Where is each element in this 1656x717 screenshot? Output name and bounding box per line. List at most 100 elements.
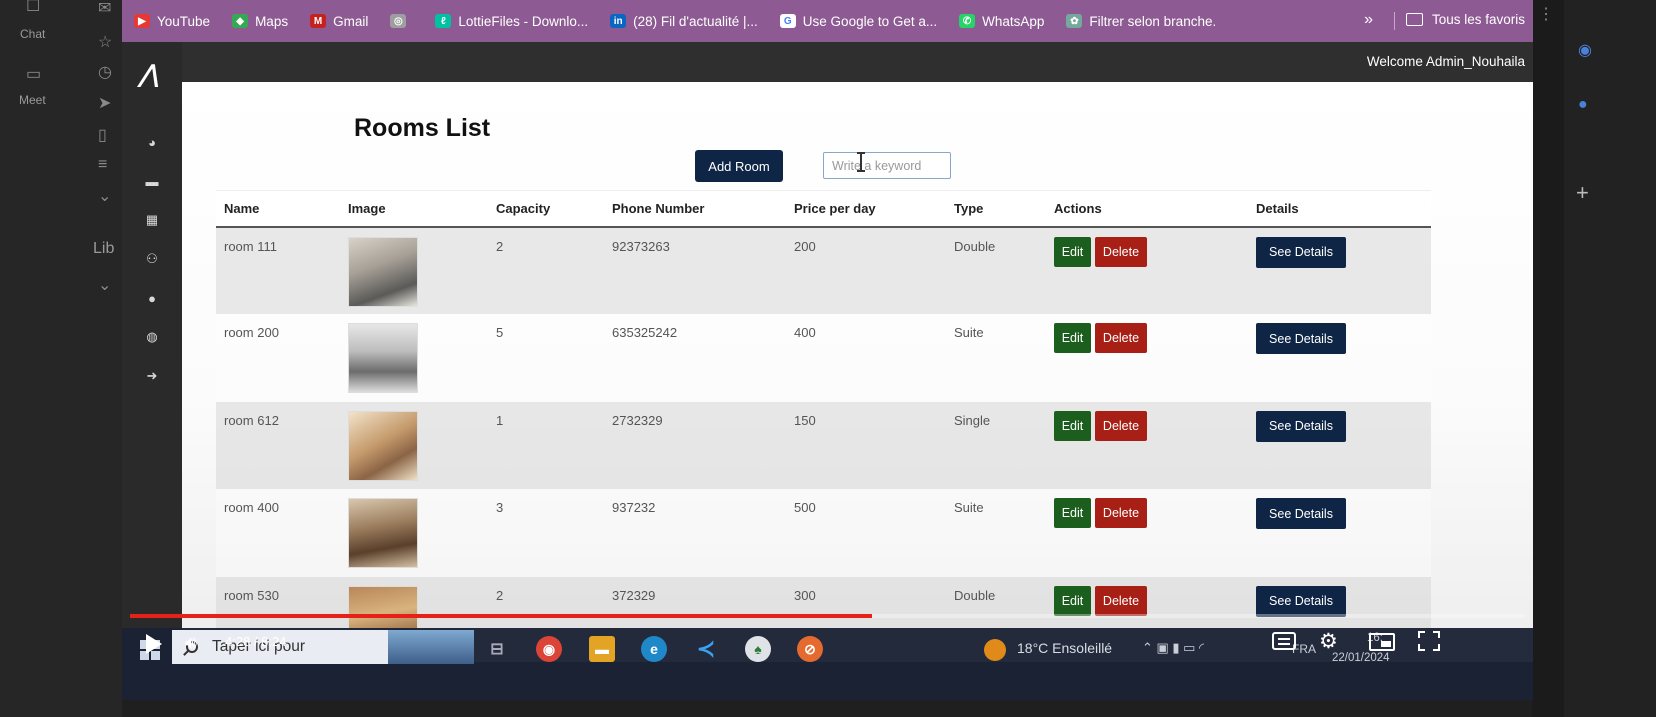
- bookmark-label: WhatsApp: [982, 13, 1045, 29]
- favorites-folder-label: Tous les favoris: [1431, 12, 1525, 27]
- more-vert-icon[interactable]: ⋮: [1538, 4, 1554, 24]
- bookmark-label: Use Google to Get a...: [802, 13, 938, 29]
- task-view-icon[interactable]: ⊟: [484, 636, 510, 662]
- postman-icon[interactable]: ⊘: [797, 636, 823, 662]
- calendar-icon[interactable]: ▦: [140, 210, 164, 230]
- file-icon[interactable]: ▯: [98, 125, 107, 145]
- bookmark-5[interactable]: in (28) Fil d'actualité |...: [610, 14, 758, 29]
- contacts-icon[interactable]: ●: [1578, 96, 1588, 114]
- vscode-icon[interactable]: ≺: [693, 636, 719, 662]
- see-details-button[interactable]: See Details: [1256, 410, 1346, 442]
- details-cell: See Details: [1248, 402, 1431, 490]
- column-header: Capacity: [488, 190, 604, 227]
- bookmark-label: Filtrer selon branche.: [1089, 13, 1217, 29]
- dashboard-icon[interactable]: ◕: [140, 132, 164, 152]
- video-frame: ▶ YouTube ◆ Maps M Gmail ◎ ℓ LottieFiles - Downl…: [122, 0, 1533, 700]
- see-details-button[interactable]: See Details: [1256, 585, 1346, 617]
- delete-button[interactable]: Delete: [1095, 498, 1147, 528]
- room-image-cell: [340, 314, 488, 402]
- star-icon[interactable]: ☆: [98, 32, 112, 52]
- column-header: Actions: [1046, 190, 1248, 227]
- chevron-down-icon[interactable]: ⌄: [98, 275, 111, 295]
- bookmark-2[interactable]: M Gmail: [310, 14, 368, 29]
- actions-cell: Edit Delete: [1046, 402, 1248, 490]
- room-image-cell: [340, 489, 488, 577]
- chat-icon[interactable]: ☐: [26, 0, 40, 16]
- volume-icon[interactable]: 🔊︎: [185, 633, 197, 655]
- column-header: Image: [340, 190, 488, 227]
- bookmark-6[interactable]: G Use Google to Get a...: [779, 13, 938, 29]
- edit-button[interactable]: Edit: [1054, 410, 1091, 441]
- delete-button[interactable]: Delete: [1095, 236, 1147, 267]
- bookmarks-more-icon[interactable]: »: [1364, 11, 1373, 29]
- column-header: Phone Number: [604, 190, 786, 227]
- see-details-button[interactable]: See Details: [1256, 323, 1346, 354]
- delete-button[interactable]: Delete: [1095, 323, 1147, 353]
- play-icon[interactable]: [146, 634, 162, 654]
- add-icon[interactable]: +: [1576, 180, 1589, 206]
- edit-button[interactable]: Edit: [1054, 236, 1091, 267]
- clock-date[interactable]: 22/01/2024: [1332, 652, 1390, 664]
- bookmark-3[interactable]: ◎: [390, 14, 413, 28]
- fullscreen-icon[interactable]: [1418, 631, 1440, 651]
- list-icon[interactable]: ≡: [98, 156, 107, 174]
- subtitles-icon[interactable]: [1272, 632, 1296, 650]
- users-icon[interactable]: ⚇: [140, 249, 164, 269]
- chrome-icon[interactable]: ◉: [536, 636, 562, 662]
- user-icon[interactable]: ●: [140, 288, 164, 308]
- room-phone: 2732329: [612, 412, 663, 428]
- label-partial: Lib: [93, 240, 115, 257]
- tasks-icon[interactable]: ◉: [1578, 40, 1592, 60]
- bookmark-label: Maps: [255, 13, 289, 29]
- details-cell: See Details: [1248, 314, 1431, 402]
- send-icon[interactable]: ➤: [98, 93, 111, 113]
- bookmark-7[interactable]: ✆ WhatsApp: [959, 14, 1044, 29]
- edit-button[interactable]: Edit: [1054, 498, 1091, 528]
- file-explorer-icon[interactable]: ▬: [589, 636, 615, 662]
- inbox-icon[interactable]: ✉: [98, 0, 111, 18]
- edge-icon[interactable]: e: [641, 636, 667, 662]
- mongodb-compass-icon[interactable]: ♠: [745, 636, 771, 662]
- see-details-button[interactable]: See Details: [1256, 236, 1346, 268]
- favorites-folder[interactable]: Tous les favoris: [1405, 12, 1525, 27]
- video-time: 4:28 / 8:24: [225, 634, 287, 649]
- room-capacity: 2: [496, 238, 504, 254]
- search-input[interactable]: Write a keyword: [823, 152, 951, 179]
- column-header: Type: [946, 190, 1046, 227]
- bookmark-0[interactable]: ▶ YouTube: [134, 14, 210, 29]
- room-phone: 635325242: [612, 325, 678, 340]
- video-progress-bar[interactable]: [130, 614, 873, 618]
- see-details-button[interactable]: See Details: [1256, 498, 1346, 529]
- bookmark-4[interactable]: ℓ LottieFiles - Downlo...: [435, 14, 588, 29]
- app-logo[interactable]: ⋀: [139, 60, 159, 89]
- clock-icon[interactable]: ◷: [98, 62, 112, 82]
- bookmark-1[interactable]: ◆ Maps: [232, 14, 288, 29]
- logout-icon[interactable]: ➜: [140, 366, 164, 386]
- settings-gear-icon[interactable]: ⚙: [1319, 629, 1338, 654]
- taskbar-search[interactable]: Taper ici pour: [172, 630, 474, 664]
- add-room-button[interactable]: Add Room: [695, 150, 783, 182]
- room-phone: 937232: [612, 500, 656, 515]
- bed-icon[interactable]: ▬: [140, 171, 164, 191]
- page-title: Rooms List: [354, 114, 491, 142]
- video-icon[interactable]: ▭: [26, 64, 41, 84]
- weather-text[interactable]: 18°C Ensoleillé: [1017, 640, 1112, 656]
- edit-button[interactable]: Edit: [1054, 323, 1091, 353]
- room-phone: 92373263: [612, 238, 670, 254]
- table-row: room 111 2 92373263 200 Double Edit Delete See …: [216, 226, 1431, 315]
- room-capacity: 3: [496, 500, 504, 515]
- app-topbar: Welcome Admin_Nouhaila: [182, 42, 1533, 82]
- bookmark-8[interactable]: ✿ Filtrer selon branche.: [1066, 14, 1216, 29]
- room-name: room 612: [224, 412, 279, 428]
- chevron-down-icon[interactable]: ⌄: [98, 186, 111, 206]
- app-sidebar: ⋀ ◕ ▬ ▦ ⚇ ● ◍ ➜: [122, 42, 182, 662]
- column-header: Name: [216, 190, 340, 227]
- miniplayer-icon[interactable]: [1369, 633, 1395, 651]
- delete-button[interactable]: Delete: [1095, 585, 1147, 616]
- system-tray-icons[interactable]: ⌃ ▣ ▮ ▭ ◜: [1142, 640, 1204, 656]
- globe-icon[interactable]: ◍: [140, 327, 164, 347]
- bookmark-favicon-icon: ✿: [1066, 14, 1083, 28]
- edit-button[interactable]: Edit: [1054, 585, 1091, 616]
- delete-button[interactable]: Delete: [1095, 410, 1147, 441]
- details-cell: See Details: [1248, 227, 1431, 315]
